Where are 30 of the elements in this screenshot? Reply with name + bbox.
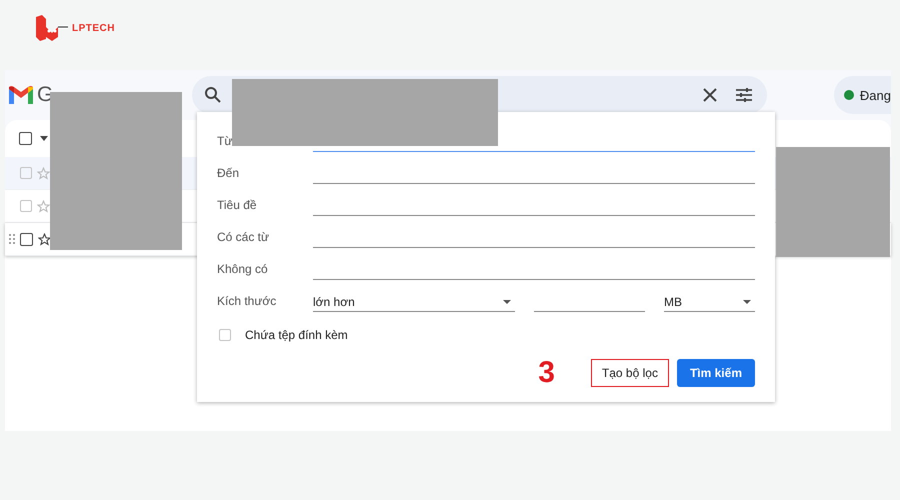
select-all-checkbox[interactable] xyxy=(19,132,32,145)
fox-logo-icon xyxy=(34,15,70,41)
mail-logo-icon xyxy=(9,86,33,104)
caret-icon xyxy=(743,300,751,304)
star-icon[interactable] xyxy=(37,166,50,180)
comparison-dropdown[interactable]: lớn hơn xyxy=(313,292,515,312)
create-filter-button[interactable]: Tạo bộ lọc xyxy=(590,359,669,387)
caret-icon xyxy=(503,300,511,304)
field-label: Đến xyxy=(217,166,240,182)
caret-icon[interactable] xyxy=(40,136,48,141)
field-label: Có các từ xyxy=(217,230,270,246)
search-button[interactable]: Tìm kiếm xyxy=(676,359,755,387)
status-chip[interactable]: Đang xyxy=(834,76,891,114)
drag-handle-icon[interactable] xyxy=(9,234,15,244)
row-checkbox[interactable] xyxy=(20,232,33,246)
field-label: Kích thước xyxy=(217,294,278,310)
unit-dropdown[interactable]: MB xyxy=(664,292,755,312)
filter-options-icon[interactable] xyxy=(734,87,753,103)
step-number: 3 xyxy=(538,356,555,390)
field-label: Từ xyxy=(217,134,234,150)
field-label: Tiêu đề xyxy=(217,198,258,214)
attachment-checkbox[interactable] xyxy=(219,329,231,341)
close-icon[interactable] xyxy=(702,88,717,102)
star-icon[interactable] xyxy=(37,200,50,212)
field-label: Không có xyxy=(217,262,269,278)
star-icon[interactable] xyxy=(38,232,51,246)
checkbox-label: Chứa tệp đính kèm xyxy=(245,328,348,342)
search-icon[interactable] xyxy=(204,86,222,104)
status-label: Đang xyxy=(860,88,891,102)
logo-text: LPTECH xyxy=(72,22,115,34)
